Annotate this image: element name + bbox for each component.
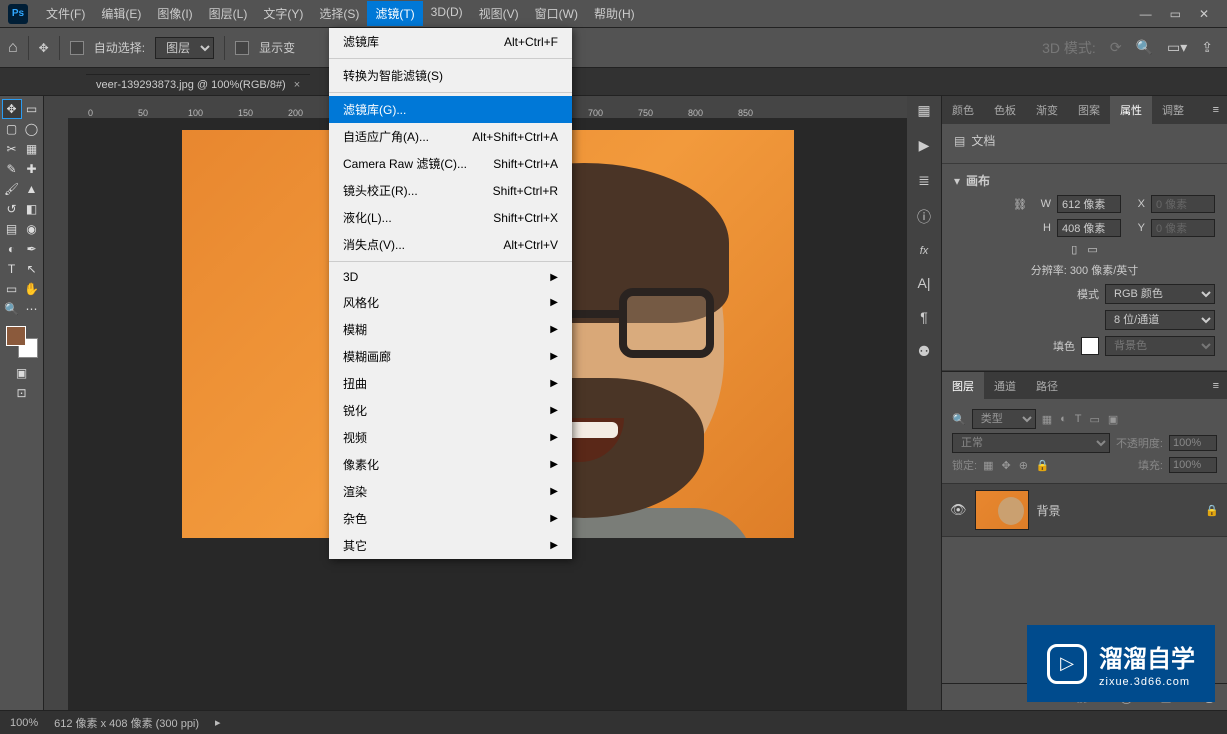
- filter-menu-item-0[interactable]: 滤镜库Alt+Ctrl+F: [329, 28, 572, 55]
- filter-menu-dropdown: 滤镜库Alt+Ctrl+F 转换为智能滤镜(S) 滤镜库(G)...自适应广角(A)…: [329, 28, 572, 559]
- filter-menu-item-2[interactable]: 转换为智能滤镜(S): [329, 62, 572, 89]
- filter-menu-item-7[interactable]: 镜头校正(R)...Shift+Ctrl+R: [329, 177, 572, 204]
- filter-menu-item-5[interactable]: 自适应广角(A)...Alt+Shift+Ctrl+A: [329, 123, 572, 150]
- filter-menu-item-16[interactable]: 锐化▶: [329, 397, 572, 424]
- filter-menu-item-17[interactable]: 视频▶: [329, 424, 572, 451]
- filter-menu-item-14[interactable]: 模糊画廊▶: [329, 343, 572, 370]
- filter-menu-item-8[interactable]: 液化(L)...Shift+Ctrl+X: [329, 204, 572, 231]
- filter-menu-item-6[interactable]: Camera Raw 滤镜(C)...Shift+Ctrl+A: [329, 150, 572, 177]
- filter-menu-item-18[interactable]: 像素化▶: [329, 451, 572, 478]
- filter-menu-item-4[interactable]: 滤镜库(G)...: [329, 96, 572, 123]
- filter-menu-item-12[interactable]: 风格化▶: [329, 289, 572, 316]
- filter-menu-item-20[interactable]: 杂色▶: [329, 505, 572, 532]
- menu-scrim[interactable]: [0, 0, 1227, 734]
- filter-menu-item-19[interactable]: 渲染▶: [329, 478, 572, 505]
- filter-menu-item-13[interactable]: 模糊▶: [329, 316, 572, 343]
- filter-menu-item-21[interactable]: 其它▶: [329, 532, 572, 559]
- filter-menu-item-9[interactable]: 消失点(V)...Alt+Ctrl+V: [329, 231, 572, 258]
- filter-menu-item-11[interactable]: 3D▶: [329, 265, 572, 289]
- filter-menu-item-15[interactable]: 扭曲▶: [329, 370, 572, 397]
